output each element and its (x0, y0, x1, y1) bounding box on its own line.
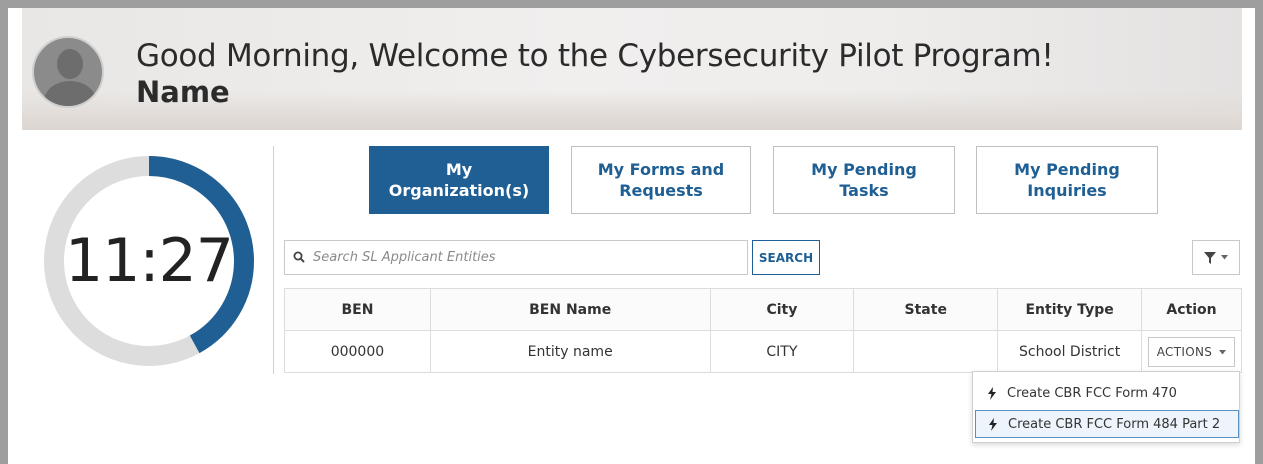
search-input[interactable] (313, 241, 743, 274)
avatar (32, 36, 104, 108)
tab-label: My Pending Inquiries (1014, 160, 1120, 200)
entities-table: BEN BEN Name City State Entity Type Acti… (284, 288, 1242, 373)
ben-name-cell: Entity name (429, 330, 711, 373)
state-cell (853, 330, 999, 373)
tab-label: My Pending Tasks (811, 160, 917, 200)
greeting-text: Good Morning, Welcome to the Cybersecuri… (136, 38, 1054, 74)
column-header-ben[interactable]: BEN (284, 288, 431, 331)
timer-display: 11:27 (65, 226, 234, 296)
session-timer: 11:27 (38, 150, 260, 372)
actions-dropdown-button[interactable]: ACTIONS (1147, 336, 1236, 367)
column-header-entity-type[interactable]: Entity Type (997, 288, 1143, 331)
tab-label: My Forms and Requests (597, 160, 725, 200)
filter-icon (1204, 251, 1216, 264)
city-cell: CITY (709, 330, 855, 373)
caret-down-icon (1219, 349, 1227, 354)
search-button[interactable]: SEARCH (752, 240, 820, 275)
entity-type-cell: School District (997, 330, 1143, 373)
table-row: 000000 Entity name CITY School District … (284, 330, 1242, 373)
action-cell: ACTIONS (1141, 330, 1242, 373)
actions-button-label: ACTIONS (1156, 344, 1213, 359)
caret-down-icon (1221, 255, 1228, 260)
menu-item-label: Create CBR FCC Form 470 (1007, 385, 1177, 401)
tab-my-pending-inquiries[interactable]: My Pending Inquiries (976, 146, 1158, 214)
bolt-icon (989, 417, 997, 431)
column-header-city[interactable]: City (709, 288, 855, 331)
column-header-action: Action (1141, 288, 1242, 331)
menu-item-label: Create CBR FCC Form 484 Part 2 (1008, 416, 1221, 432)
menu-item-create-form-484-part-2[interactable]: Create CBR FCC Form 484 Part 2 (975, 410, 1239, 438)
menu-item-create-form-470[interactable]: Create CBR FCC Form 470 (975, 379, 1239, 407)
search-icon (293, 251, 305, 263)
tab-my-pending-tasks[interactable]: My Pending Tasks (773, 146, 955, 214)
tab-label: My Organization(s) (388, 160, 530, 200)
column-header-ben-name[interactable]: BEN Name (429, 288, 711, 331)
tab-my-forms-and-requests[interactable]: My Forms and Requests (571, 146, 751, 214)
table-header-row: BEN BEN Name City State Entity Type Acti… (284, 288, 1242, 331)
search-field[interactable] (284, 240, 748, 275)
section-divider (273, 146, 274, 374)
filter-button[interactable] (1192, 240, 1240, 275)
avatar-body (44, 81, 96, 106)
user-name: Name (136, 75, 230, 109)
column-header-state[interactable]: State (853, 288, 999, 331)
tab-my-organizations[interactable]: My Organization(s) (369, 146, 549, 214)
bolt-icon (988, 386, 996, 400)
avatar-head (57, 49, 83, 79)
actions-menu: Create CBR FCC Form 470 Create CBR FCC F… (972, 371, 1240, 443)
ben-link[interactable]: 000000 (284, 330, 431, 373)
